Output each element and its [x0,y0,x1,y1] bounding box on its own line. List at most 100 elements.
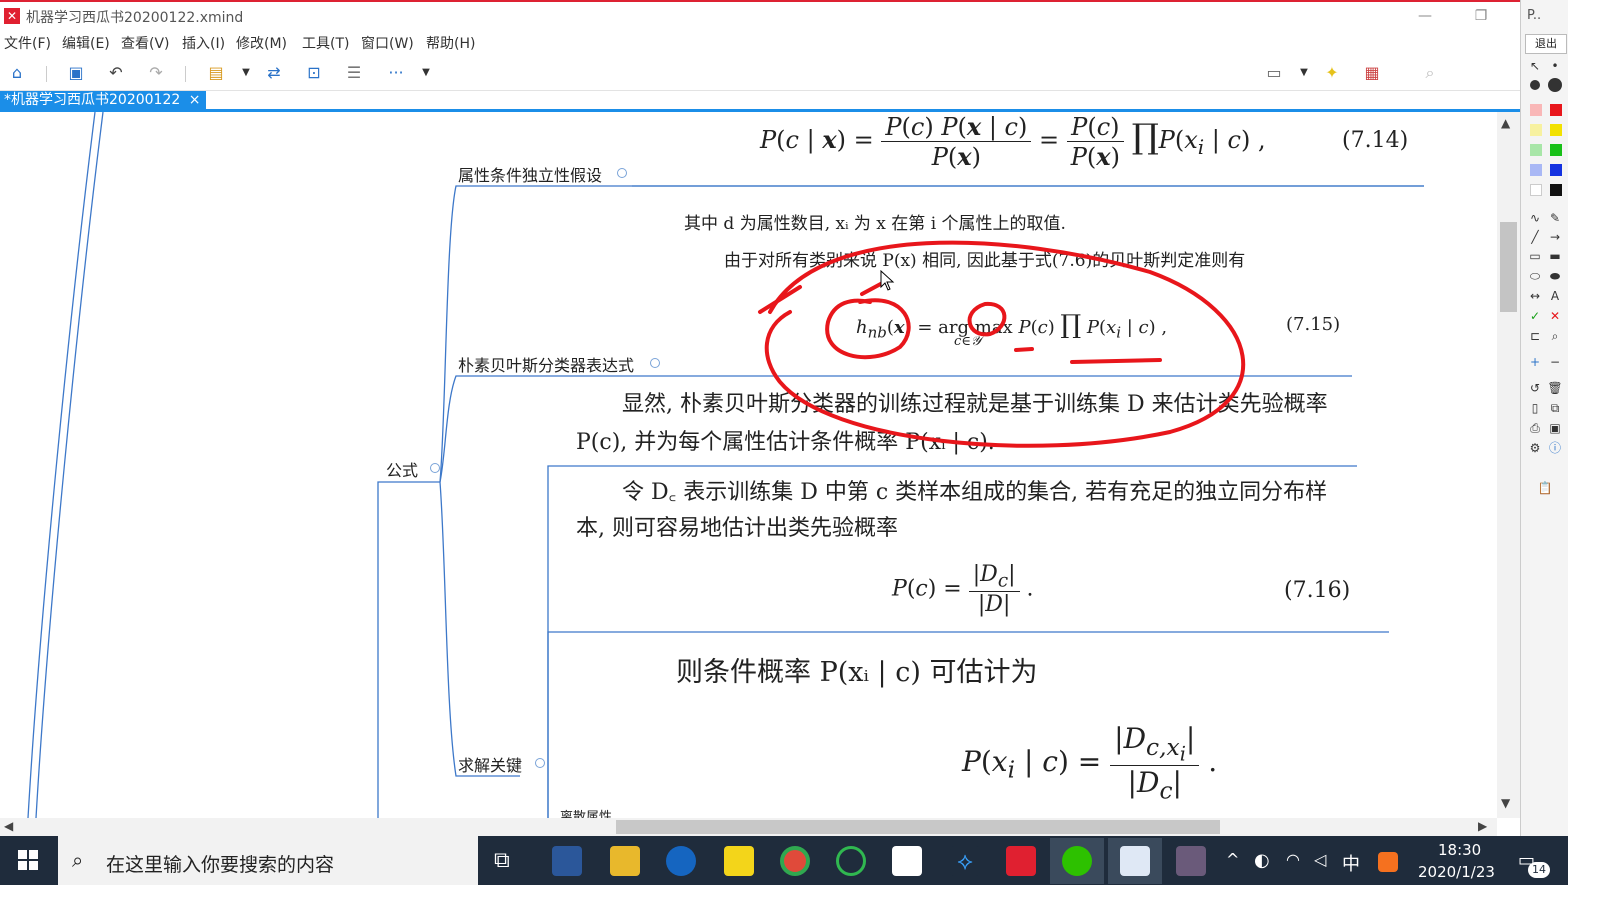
dolphin-app-icon[interactable]: ⟡ [950,846,980,876]
minimize-icon[interactable]: — [1410,6,1440,26]
taskbar-search[interactable]: ⌕ 在这里输入你要搜索的内容 [58,836,478,885]
share-icon[interactable]: ▦ [1360,62,1384,84]
presentation-icon[interactable]: ▭ [1262,62,1286,84]
chrome-icon[interactable] [780,846,810,876]
chevron-down-icon[interactable]: ▼ [234,62,258,84]
restore-icon[interactable]: ❐ [1466,6,1496,26]
horizontal-scroll-thumb[interactable] [616,820,1220,834]
sogou-icon[interactable] [1378,852,1398,872]
presenter-app-icon[interactable] [1120,846,1150,876]
scroll-up-icon[interactable]: ▲ [1501,116,1510,130]
color-swatch[interactable] [1550,144,1562,156]
text-tool-icon[interactable]: A [1547,288,1563,304]
baidu-netdisk-icon[interactable] [892,846,922,876]
ellipse-icon[interactable]: ⬭ [1527,268,1543,284]
menu-window[interactable]: 窗口(W) [361,33,414,53]
dot-icon[interactable]: • [1547,58,1563,74]
filled-ellipse-icon[interactable]: ⬬ [1547,268,1563,284]
save-icon[interactable]: ▣ [64,62,88,84]
wechat-icon[interactable] [1062,846,1092,876]
relationship-icon[interactable]: ⇄ [262,62,286,84]
check-icon[interactable]: ✓ [1527,308,1543,324]
menu-tools[interactable]: 工具(T) [302,33,349,53]
zoom-icon[interactable]: ⌕ [1547,328,1563,344]
bulb-icon[interactable]: ✦ [1320,62,1344,84]
wifi-icon[interactable]: ◠ [1286,850,1300,869]
line-icon[interactable]: ╱ [1527,229,1543,245]
mindmap-canvas[interactable]: 属性条件独立性假设 朴素贝叶斯分类器表达式 公式 求解关键 离散属性 P(c |… [0,112,1497,818]
sticky-notes-icon[interactable] [724,846,754,876]
vertical-scrollbar[interactable] [1497,112,1520,818]
color-swatch[interactable] [1550,124,1562,136]
color-swatch[interactable] [1530,184,1542,196]
task-view-icon[interactable]: ⧉ [494,848,510,873]
tab-document[interactable]: *机器学习西瓜书20200122 × [0,91,206,110]
edge-icon[interactable] [666,846,696,876]
ime-indicator[interactable]: 中 [1342,850,1360,876]
undo-pen-icon[interactable]: ↺ [1527,380,1543,396]
scroll-left-icon[interactable]: ◀ [4,819,13,833]
filled-rectangle-icon[interactable]: ▬ [1547,248,1563,264]
menu-view[interactable]: 查看(V) [121,33,170,53]
pen-icon[interactable]: ✎ [1547,210,1563,226]
double-arrow-icon[interactable]: ↔ [1527,288,1543,304]
color-swatch[interactable] [1530,104,1542,116]
crop-icon[interactable]: ⊏ [1527,328,1543,344]
settings-icon[interactable]: ⚙ [1527,440,1543,456]
color-swatch[interactable] [1530,144,1542,156]
volume-icon[interactable]: ◁ [1314,850,1326,869]
topic-icon[interactable]: ▤ [204,62,228,84]
color-swatch[interactable] [1530,164,1542,176]
arrow-icon[interactable]: → [1547,229,1563,245]
windows-start-icon[interactable] [18,850,38,870]
vertical-scroll-thumb[interactable] [1500,222,1517,312]
small-brush-icon[interactable] [1530,80,1540,90]
color-swatch[interactable] [1550,164,1562,176]
tab-close-icon[interactable]: × [189,92,201,108]
file-explorer-icon[interactable] [610,846,640,876]
scroll-right-icon[interactable]: ▶ [1478,819,1487,833]
plus-icon[interactable]: + [1527,354,1543,370]
clipboard-icon[interactable]: 📋 [1537,480,1553,496]
undo-icon[interactable]: ↶ [104,62,128,84]
pin-icon[interactable]: ↖ [1527,58,1543,74]
more-icon[interactable]: ··· [384,62,408,84]
screen-pen-icon[interactable] [1176,846,1206,876]
scroll-down-icon[interactable]: ▼ [1501,796,1510,810]
tray-chevron-up-icon[interactable]: ^ [1226,850,1239,869]
clock-time[interactable]: 18:30 [1438,841,1481,859]
freehand-icon[interactable]: ∿ [1527,210,1543,226]
toolbar-divider [46,66,47,82]
large-brush-icon[interactable] [1548,78,1562,92]
menu-modify[interactable]: 修改(M) [236,33,287,53]
cross-icon[interactable]: ✕ [1547,308,1563,324]
home-icon[interactable]: ⌂ [5,62,29,84]
minus-icon[interactable]: − [1547,354,1563,370]
color-swatch[interactable] [1530,124,1542,136]
clock-date[interactable]: 2020/1/23 [1418,863,1495,881]
chevron-down-icon[interactable]: ▼ [414,62,438,84]
word-icon[interactable] [552,846,582,876]
print-icon[interactable]: ⎙ [1527,420,1543,436]
xmind-taskbar-icon[interactable] [1006,846,1036,876]
menu-help[interactable]: 帮助(H) [426,33,475,53]
new-page-icon[interactable]: ▯ [1527,400,1543,416]
chevron-down-icon[interactable]: ▼ [1292,62,1316,84]
tray-app-icon[interactable]: ◐ [1254,850,1270,871]
copy-icon[interactable]: ⧉ [1547,400,1563,416]
menu-edit[interactable]: 编辑(E) [62,33,110,53]
summary-icon[interactable]: ☰ [342,62,366,84]
color-swatch[interactable] [1550,104,1562,116]
info-icon[interactable]: ⓘ [1547,440,1563,456]
save-pen-icon[interactable]: ▣ [1547,420,1563,436]
sync-app-icon[interactable] [836,846,866,876]
rectangle-icon[interactable]: ▭ [1527,248,1543,264]
boundary-icon[interactable]: ⊡ [302,62,326,84]
menu-insert[interactable]: 插入(I) [182,33,225,53]
exit-button[interactable]: 退出 [1525,34,1567,54]
color-swatch[interactable] [1550,184,1562,196]
search-icon[interactable]: ⌕ [1418,62,1442,84]
redo-icon[interactable]: ↷ [144,62,168,84]
menu-file[interactable]: 文件(F) [4,33,51,53]
trash-icon[interactable]: 🗑 [1547,380,1563,396]
